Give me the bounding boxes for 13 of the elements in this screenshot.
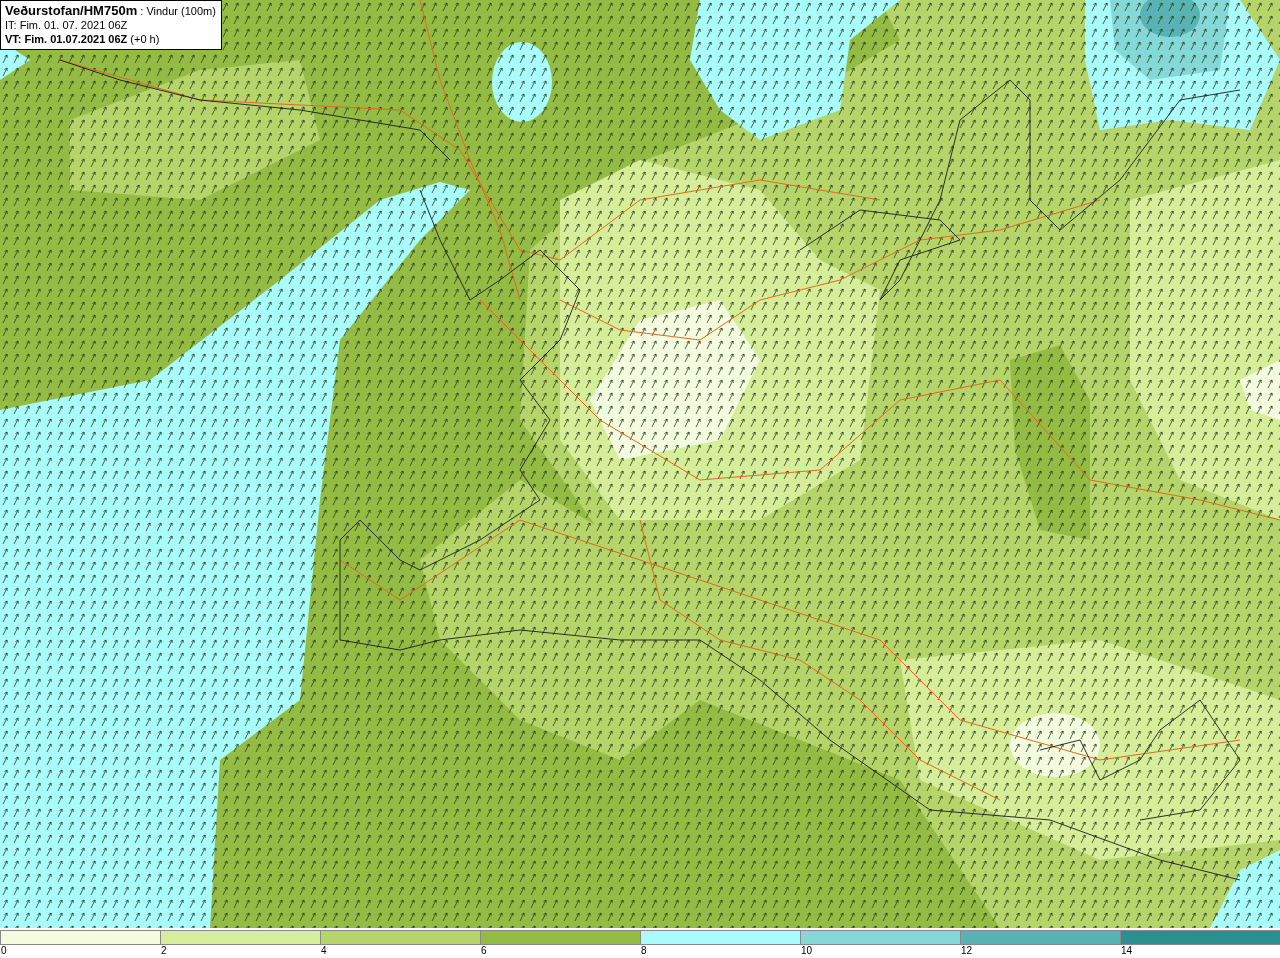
legend-label: 12 (960, 945, 973, 957)
issue-time: IT: Fim. 01. 07. 2021 06Z (5, 19, 128, 31)
forecast-offset: (+0 h) (130, 33, 160, 45)
legend-label: 0 (0, 945, 7, 957)
legend-label: 8 (640, 945, 647, 957)
legend-label: 4 (320, 945, 327, 957)
legend-label: 2 (160, 945, 167, 957)
legend-label: 6 (480, 945, 487, 957)
model-name: Veðurstofan/HM750m (5, 3, 138, 18)
variable-name: : Vindur (100m) (140, 5, 216, 17)
valid-time: VT: Fim. 01.07.2021 06Z (5, 33, 128, 45)
legend-label: 14 (1120, 945, 1133, 957)
legend-label: 10 (800, 945, 813, 957)
